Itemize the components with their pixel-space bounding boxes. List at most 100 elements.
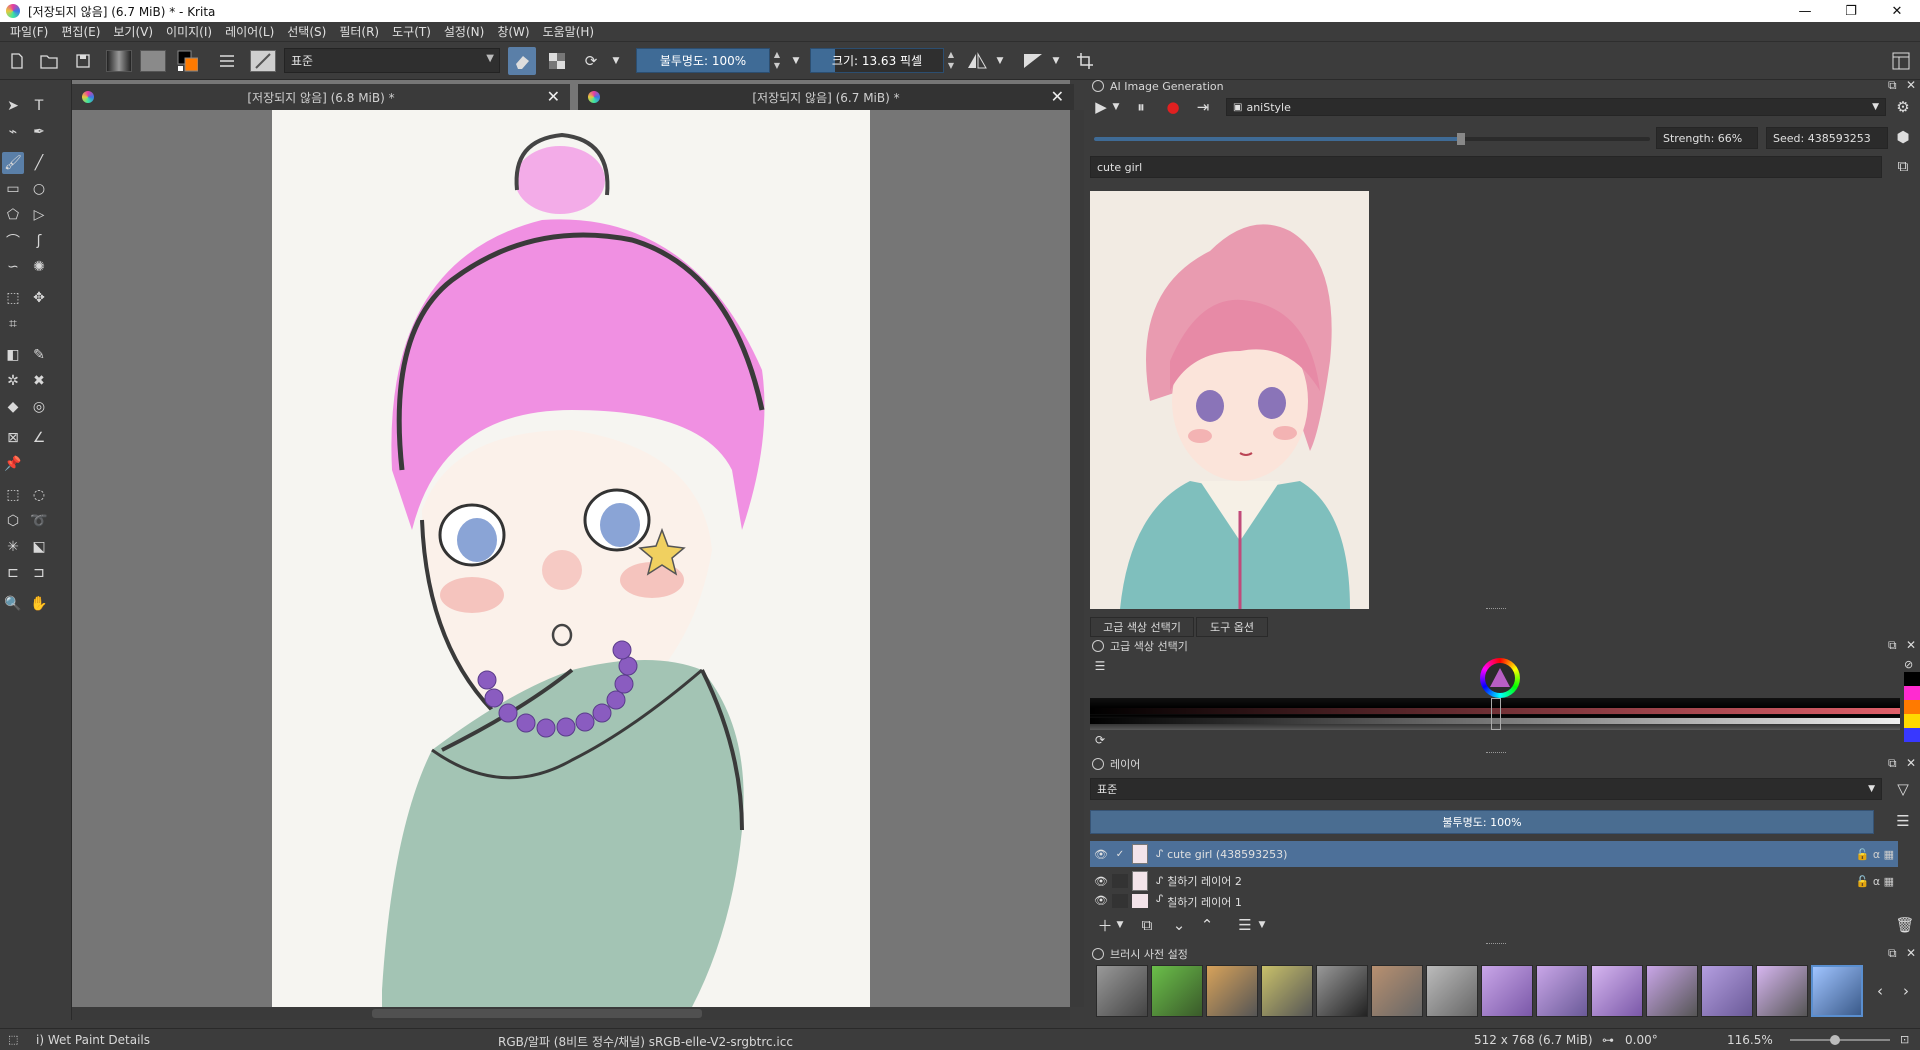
reference-images-icon[interactable]: 📌 xyxy=(2,453,24,475)
brush-preset-thumb-selected[interactable] xyxy=(1811,965,1863,1017)
size-slider[interactable]: 크기: 13.63 픽셀 ▲ ▼ xyxy=(810,48,954,73)
chevron-right-icon[interactable]: › xyxy=(1896,980,1916,1002)
ellipse-tool-icon[interactable]: ○ xyxy=(28,178,50,200)
enclose-fill-icon[interactable]: ◎ xyxy=(28,396,50,418)
visibility-eye-icon[interactable]: 👁 xyxy=(1090,848,1112,861)
bezier-select-icon[interactable]: ⊏ xyxy=(2,562,24,584)
close-tab-icon[interactable]: ✕ xyxy=(547,87,560,106)
menu-settings[interactable]: 설정(N) xyxy=(444,23,484,40)
panel-splitter[interactable] xyxy=(1486,943,1506,945)
fill-tool-icon[interactable]: ◆ xyxy=(2,396,24,418)
polyline-tool-icon[interactable]: ▷ xyxy=(28,204,50,226)
lock-icon[interactable] xyxy=(1092,640,1104,652)
freehand-brush-icon[interactable]: 🖌 xyxy=(2,152,24,174)
colorize-mask-icon[interactable]: ✖ xyxy=(28,370,50,392)
move-layer-down-icon[interactable]: ⌄ xyxy=(1168,914,1190,936)
chevron-down-icon[interactable]: ▼ xyxy=(1110,98,1122,116)
menu-edit[interactable]: 편집(E) xyxy=(61,23,100,40)
rotate-icon[interactable]: ⊶ xyxy=(1602,1033,1614,1047)
layer-row-paint-1[interactable]: 👁 ᔑ 칠하기 레이어 1 xyxy=(1090,894,1898,908)
chevron-down-icon[interactable]: ▼ xyxy=(1256,914,1268,936)
brush-preset-thumb[interactable] xyxy=(1701,965,1753,1017)
menu-select[interactable]: 선택(S) xyxy=(287,23,326,40)
style-select[interactable]: ▣ aniStyle ▼ xyxy=(1226,98,1886,116)
float-panel-icon[interactable]: ⧉ xyxy=(1888,756,1897,771)
close-panel-icon[interactable]: ✕ xyxy=(1906,638,1916,652)
chevron-down-icon[interactable]: ▼ xyxy=(790,50,802,72)
brush-preset-thumb[interactable] xyxy=(1426,965,1478,1017)
multibrush-icon[interactable]: ✺ xyxy=(28,256,50,278)
brush-preset-thumb[interactable] xyxy=(1646,965,1698,1017)
text-tool-icon[interactable]: T xyxy=(28,95,50,117)
zoom-tool-icon[interactable]: 🔍 xyxy=(2,593,24,615)
brush-preset-thumb[interactable] xyxy=(1316,965,1368,1017)
color-wheel[interactable] xyxy=(1480,658,1520,698)
close-window-button[interactable]: ✕ xyxy=(1874,0,1920,22)
chevron-left-icon[interactable]: ‹ xyxy=(1870,980,1890,1002)
duplicate-layer-icon[interactable]: ⧉ xyxy=(1136,914,1158,936)
float-panel-icon[interactable]: ⧉ xyxy=(1888,638,1897,653)
blend-mode-select[interactable]: 표준 ▼ xyxy=(284,48,500,73)
brush-preset-thumb[interactable] xyxy=(1481,965,1533,1017)
generate-play-icon[interactable]: ▶ xyxy=(1092,98,1110,116)
chevron-down-icon[interactable]: ▼ xyxy=(1114,914,1126,936)
visibility-eye-icon[interactable]: 👁 xyxy=(1090,875,1112,888)
size-spin-icon[interactable]: ▲ ▼ xyxy=(945,49,957,72)
measure-tool-icon[interactable]: ∠ xyxy=(28,427,50,449)
zoom-slider[interactable] xyxy=(1790,1035,1890,1045)
menu-help[interactable]: 도움말(H) xyxy=(543,23,595,40)
move-tool-icon[interactable]: ✥ xyxy=(28,287,50,309)
close-panel-icon[interactable]: ✕ xyxy=(1906,78,1916,92)
seed-spin[interactable]: Seed: 438593253 xyxy=(1766,127,1888,149)
shade-selector[interactable] xyxy=(1090,698,1900,730)
panel-splitter[interactable] xyxy=(1486,608,1506,610)
reload-preset-icon[interactable]: ⟳ xyxy=(580,50,602,72)
close-panel-icon[interactable]: ✕ xyxy=(1906,946,1916,960)
opacity-slider[interactable]: 불투명도: 100% ▲ ▼ xyxy=(636,48,780,73)
brush-preset-thumb[interactable] xyxy=(1206,965,1258,1017)
polygon-select-icon[interactable]: ⬡ xyxy=(2,510,24,532)
brush-preset-thumb[interactable] xyxy=(1261,965,1313,1017)
layer-menu-icon[interactable]: ☰ xyxy=(1894,812,1912,830)
pan-tool-icon[interactable]: ✋ xyxy=(28,593,50,615)
close-panel-icon[interactable]: ✕ xyxy=(1906,756,1916,770)
chevron-down-icon[interactable]: ▼ xyxy=(610,50,622,72)
menu-filter[interactable]: 필터(R) xyxy=(339,23,379,40)
lock-icon[interactable] xyxy=(1092,948,1104,960)
menu-file[interactable]: 파일(F) xyxy=(10,23,48,40)
move-layer-up-icon[interactable]: ⌃ xyxy=(1196,914,1218,936)
tab-tool-options[interactable]: 도구 옵션 xyxy=(1196,617,1268,637)
line-tool-icon[interactable]: ╱ xyxy=(28,152,50,174)
eraser-mode-icon[interactable] xyxy=(508,47,536,75)
color-picker-icon[interactable]: ✎ xyxy=(28,344,50,366)
layer-lock-alpha-icons[interactable]: 🔓 α ▦ xyxy=(1856,875,1894,888)
menu-view[interactable]: 보기(V) xyxy=(113,23,153,40)
document-tab-2[interactable]: [저장되지 않음] (6.7 MiB) * ✕ xyxy=(578,84,1074,110)
scroll-thumb[interactable] xyxy=(372,1009,702,1018)
layer-checkbox[interactable] xyxy=(1112,874,1128,888)
open-folder-icon[interactable] xyxy=(38,50,60,72)
polygon-tool-icon[interactable]: ⬠ xyxy=(2,204,24,226)
menu-tools[interactable]: 도구(T) xyxy=(392,23,431,40)
strength-spin[interactable]: Strength: 66% xyxy=(1656,127,1758,149)
brush-settings-icon[interactable] xyxy=(216,50,238,72)
delete-layer-icon[interactable]: 🗑 xyxy=(1894,914,1916,936)
gradient-preset-icon[interactable] xyxy=(106,50,132,72)
generated-image-thumbnail[interactable] xyxy=(1090,191,1369,609)
color-history-strip[interactable]: ⊘ xyxy=(1904,658,1920,748)
edit-shapes-icon[interactable]: ⌁ xyxy=(2,121,24,143)
rect-select-icon[interactable]: ⬚ xyxy=(2,484,24,506)
record-icon[interactable]: ● xyxy=(1164,98,1182,116)
brush-preset-thumb[interactable] xyxy=(1371,965,1423,1017)
chevron-down-icon[interactable]: ▼ xyxy=(994,50,1006,72)
add-layer-icon[interactable]: ＋ xyxy=(1094,914,1116,936)
brush-preset-thumb[interactable] xyxy=(1151,965,1203,1017)
menu-image[interactable]: 이미지(I) xyxy=(166,23,212,40)
menu-window[interactable]: 창(W) xyxy=(497,23,529,40)
brush-preset-thumb[interactable] xyxy=(1756,965,1808,1017)
brush-preset-thumb[interactable] xyxy=(1591,965,1643,1017)
workspace-icon[interactable] xyxy=(1890,50,1912,72)
freehand-select-icon[interactable]: ➰ xyxy=(28,510,50,532)
layer-checkbox[interactable] xyxy=(1112,894,1128,908)
mirror-horizontal-icon[interactable] xyxy=(966,50,988,72)
